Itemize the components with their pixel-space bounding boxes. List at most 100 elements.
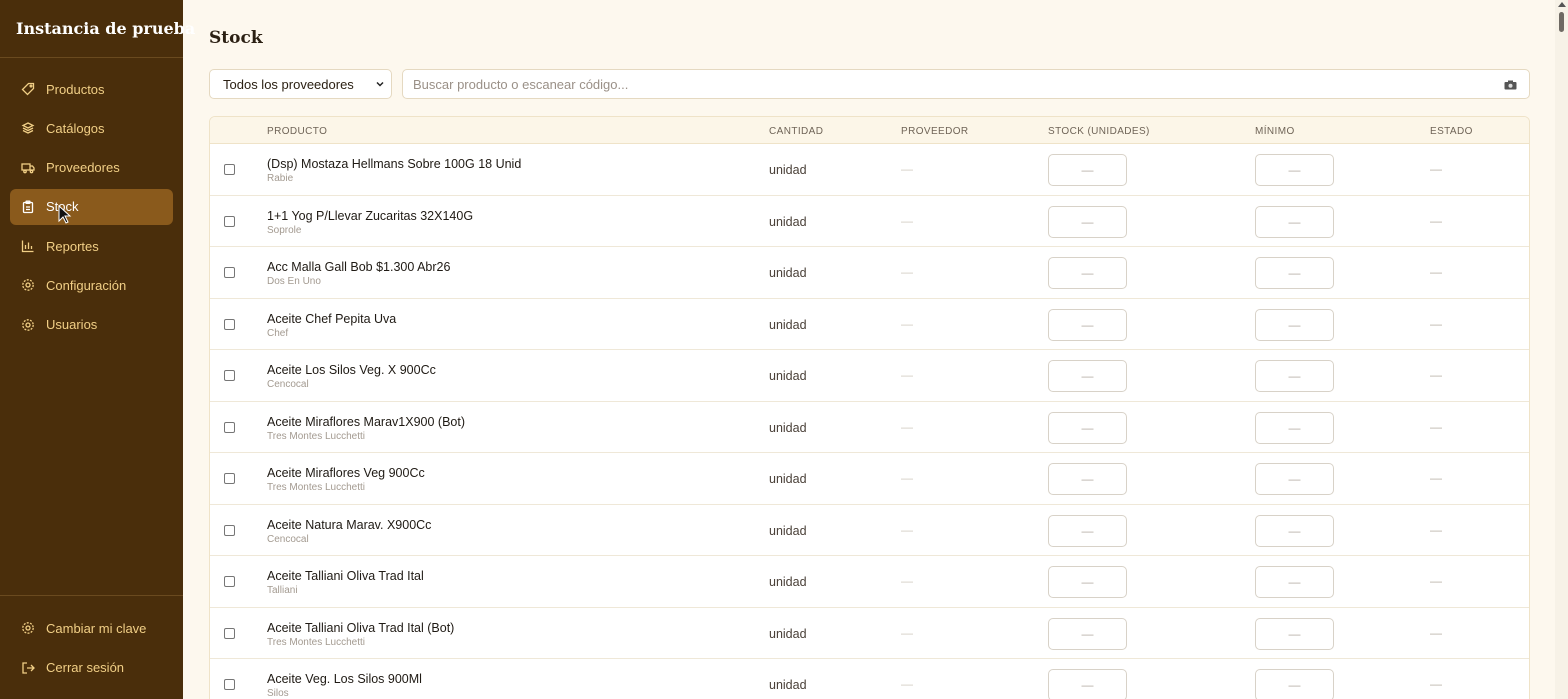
sidebar-item-label: Productos <box>46 81 105 97</box>
product-provider: — <box>901 265 913 279</box>
sidebar-item-label: Proveedores <box>46 160 120 176</box>
sidebar-item-proveedores[interactable]: Proveedores <box>10 150 173 186</box>
product-name: Aceite Veg. Los Silos 900Ml <box>267 672 422 686</box>
product-name: (Dsp) Mostaza Hellmans Sobre 100G 18 Uni… <box>267 157 522 171</box>
status-badge: — <box>1430 522 1442 537</box>
stock-input[interactable]: — <box>1048 617 1127 650</box>
change-password-button[interactable]: Cambiar mi clave <box>10 610 173 646</box>
minimum-input[interactable]: — <box>1255 463 1334 495</box>
minimum-input[interactable]: — <box>1255 360 1334 392</box>
table-row[interactable]: Aceite Chef Pepita Uva Chef unidad — — — — <box>210 298 1529 350</box>
minimum-input[interactable]: — <box>1255 566 1334 598</box>
sidebar-item-label: Stock <box>46 199 79 215</box>
status-badge: — <box>1430 316 1442 331</box>
product-name: Aceite Miraflores Veg 900Cc <box>267 466 425 480</box>
minimum-input[interactable]: — <box>1255 205 1334 238</box>
table-row[interactable]: (Dsp) Mostaza Hellmans Sobre 100G 18 Uni… <box>210 144 1529 196</box>
row-checkbox[interactable] <box>224 267 235 278</box>
tag-icon <box>20 81 36 97</box>
camera-scan-icon[interactable] <box>1504 80 1517 90</box>
product-name: Aceite Miraflores Marav1X900 (Bot) <box>267 414 465 429</box>
page-scrollbar[interactable] <box>1555 0 1568 699</box>
sidebar-item-configuracion[interactable]: Configuración <box>10 267 173 303</box>
table-row[interactable]: Aceite Los Silos Veg. X 900Cc Cencocal uni… <box>210 350 1529 402</box>
minimum-input[interactable]: — <box>1255 411 1334 444</box>
table-row[interactable]: 1+1 Yog P/Llevar Zucaritas 32X140G Soprol… <box>210 195 1529 247</box>
stock-input[interactable]: — <box>1048 154 1127 186</box>
row-checkbox[interactable] <box>224 473 235 484</box>
stock-input[interactable]: — <box>1048 411 1127 444</box>
scrollbar-thumb[interactable] <box>1559 12 1564 32</box>
product-name: Aceite Talliani Oliva Trad Ital (Bot) <box>267 620 455 635</box>
table-row[interactable]: Acc Malla Gall Bob $1.300 Abr26 Dos En Un… <box>210 247 1529 299</box>
status-badge: — <box>1430 625 1442 640</box>
row-checkbox[interactable] <box>224 164 235 175</box>
stock-input[interactable]: — <box>1048 669 1127 699</box>
main-content: Stock Todos los proveedores Buscar produ… <box>209 0 1530 699</box>
column-header-producto[interactable]: PRODUCTO <box>267 126 327 137</box>
sidebar-item-usuarios[interactable]: Usuarios <box>10 307 173 343</box>
sidebar-item-label: Cerrar sesión <box>46 660 125 676</box>
search-placeholder: Buscar producto o escanear código... <box>413 76 629 92</box>
minimum-input[interactable]: — <box>1255 514 1334 547</box>
stock-input[interactable]: — <box>1048 463 1127 495</box>
product-unit: unidad <box>769 163 807 177</box>
row-checkbox[interactable] <box>224 524 235 536</box>
column-header-cantidad[interactable]: CANTIDAD <box>769 126 823 137</box>
sidebar-item-label: Catálogos <box>46 120 105 136</box>
minimum-input[interactable]: — <box>1255 154 1334 186</box>
minimum-input[interactable]: — <box>1255 308 1334 341</box>
stock-input[interactable]: — <box>1048 257 1127 289</box>
logout-button[interactable]: Cerrar sesión <box>10 650 173 686</box>
search-input[interactable]: Buscar producto o escanear código... <box>402 69 1530 99</box>
product-brand: Cencocal <box>267 533 309 545</box>
sidebar-item-reportes[interactable]: Reportes <box>10 228 173 264</box>
column-header-proveedor[interactable]: PROVEEDOR <box>901 126 969 137</box>
stock-input[interactable]: — <box>1048 360 1127 392</box>
product-brand: Dos En Uno <box>267 276 321 287</box>
row-checkbox[interactable] <box>224 421 235 433</box>
table-row[interactable]: Aceite Talliani Oliva Trad Ital (Bot) Tre… <box>210 607 1529 659</box>
minimum-input[interactable]: — <box>1255 617 1334 650</box>
supplier-filter-select[interactable]: Todos los proveedores <box>209 69 392 99</box>
stock-input[interactable]: — <box>1048 566 1127 598</box>
row-checkbox[interactable] <box>224 370 235 381</box>
row-checkbox[interactable] <box>224 215 235 227</box>
product-brand: Silos <box>267 688 289 699</box>
sidebar-item-productos[interactable]: Productos <box>10 71 173 107</box>
table-header: PRODUCTO CANTIDAD PROVEEDOR STOCK (UNIDA… <box>210 117 1529 144</box>
row-checkbox[interactable] <box>224 576 235 587</box>
row-checkbox[interactable] <box>224 318 235 330</box>
product-name: Aceite Talliani Oliva Trad Ital <box>267 569 424 583</box>
column-header-estado[interactable]: ESTADO <box>1430 126 1473 137</box>
column-header-minimo[interactable]: MÍNIMO <box>1255 126 1295 137</box>
minimum-input[interactable]: — <box>1255 669 1334 699</box>
row-checkbox[interactable] <box>224 627 235 639</box>
column-header-stock[interactable]: STOCK (UNIDADES) <box>1048 126 1150 137</box>
table-row[interactable]: Aceite Veg. Los Silos 900Ml Silos unidad — —… <box>210 659 1529 699</box>
sidebar-item-stock[interactable]: Stock <box>10 188 173 225</box>
stock-input[interactable]: — <box>1048 308 1127 341</box>
product-brand: Tres Montes Lucchetti <box>267 636 366 648</box>
scroll-up-arrow-icon[interactable] <box>1558 2 1566 7</box>
product-name: Acc Malla Gall Bob $1.300 Abr26 <box>267 260 451 274</box>
minimum-input[interactable]: — <box>1255 257 1334 289</box>
table-row[interactable]: Aceite Miraflores Veg 900Cc Tres Montes L… <box>210 453 1529 505</box>
product-unit: unidad <box>769 575 807 589</box>
row-checkbox[interactable] <box>224 679 235 690</box>
status-badge: — <box>1430 162 1442 176</box>
stock-input[interactable]: — <box>1048 205 1127 238</box>
sidebar-bottom: Cambiar mi clave Cerrar sesión <box>0 595 183 699</box>
product-unit: unidad <box>769 214 807 229</box>
sidebar-item-label: Usuarios <box>46 317 98 333</box>
product-brand: Rabie <box>267 173 294 184</box>
sidebar-item-catalogos[interactable]: Catálogos <box>10 110 173 146</box>
table-row[interactable]: Aceite Talliani Oliva Trad Ital Talliani u… <box>210 556 1529 608</box>
table-row[interactable]: Aceite Miraflores Marav1X900 (Bot) Tres M… <box>210 401 1529 453</box>
product-unit: unidad <box>769 626 807 641</box>
product-name: 1+1 Yog P/Llevar Zucaritas 32X140G <box>267 208 474 223</box>
stock-input[interactable]: — <box>1048 514 1127 547</box>
table-row[interactable]: Aceite Natura Marav. X900Cc Cencocal unida… <box>210 504 1529 556</box>
product-brand: Tres Montes Lucchetti <box>267 482 366 493</box>
product-brand: Tres Montes Lucchetti <box>267 430 366 442</box>
